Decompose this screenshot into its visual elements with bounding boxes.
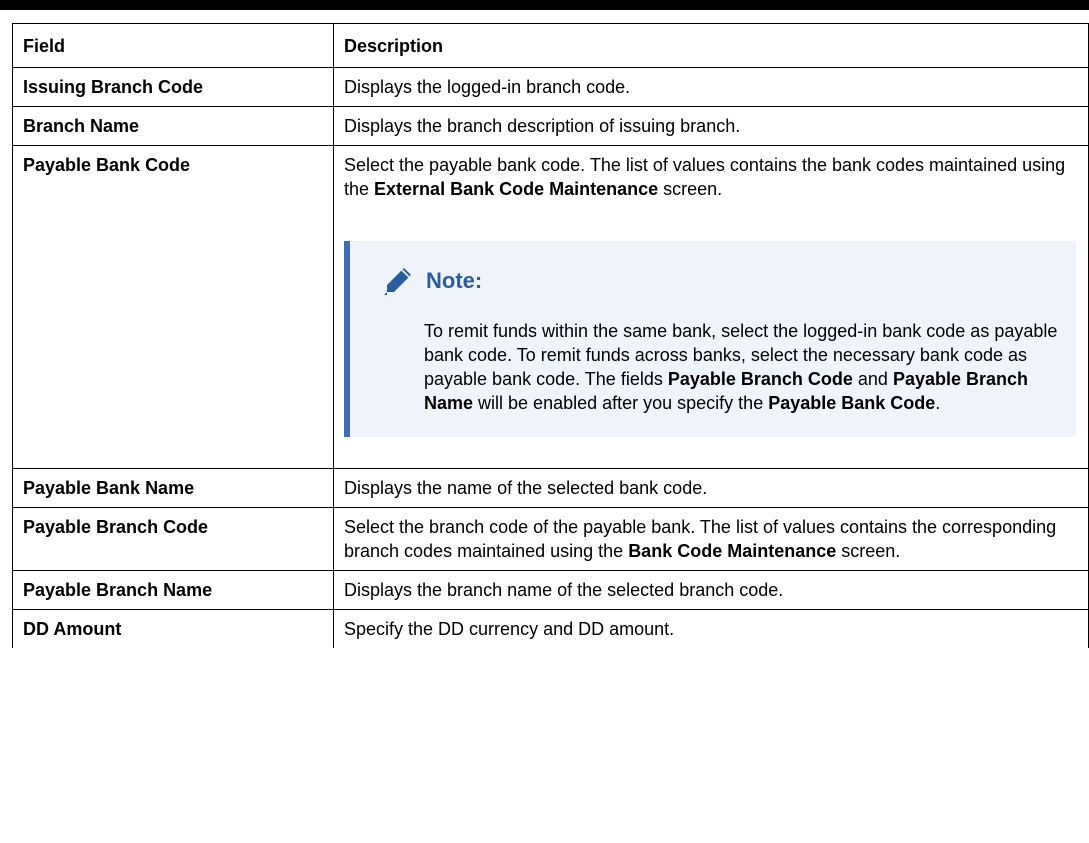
table-row: Issuing Branch Code Displays the logged-… [12, 67, 1089, 107]
note-bold-part: Payable Branch Code [667, 369, 853, 389]
column-header-description: Description [333, 23, 1089, 68]
field-description: Displays the name of the selected bank c… [333, 468, 1089, 508]
screen-name-bold: External Bank Code Maintenance [374, 179, 659, 199]
note-box: Note: To remit funds within the same ban… [344, 241, 1076, 437]
note-text: To remit funds within the same bank, sel… [424, 319, 1060, 415]
note-title: Note: [426, 268, 483, 293]
description-text: Select the branch code of the payable ba… [344, 515, 1076, 563]
column-header-field: Field [12, 23, 334, 68]
field-description: Displays the logged-in branch code. [333, 67, 1089, 107]
field-name: Payable Branch Code [12, 507, 334, 571]
screen-name-bold: Bank Code Maintenance [628, 541, 837, 561]
field-description: Select the payable bank code. The list o… [333, 145, 1089, 469]
table-header-row: Field Description [12, 23, 1089, 68]
table-row: Payable Branch Name Displays the branch … [12, 570, 1089, 610]
field-description: Displays the branch name of the selected… [333, 570, 1089, 610]
note-bold-part: Payable Bank Code [768, 393, 936, 413]
note-text-part: will be enabled after you specify the [473, 393, 769, 413]
field-description-table: Field Description Issuing Branch Code Di… [12, 23, 1089, 648]
note-text-part: . [935, 393, 941, 413]
description-text: Select the payable bank code. The list o… [344, 153, 1076, 201]
field-description: Specify the DD currency and DD amount. [333, 609, 1089, 648]
description-text-part: screen. [658, 179, 723, 199]
top-rule [0, 0, 1089, 10]
note-header: Note: [382, 259, 1060, 303]
field-name: Issuing Branch Code [12, 67, 334, 107]
field-description: Select the branch code of the payable ba… [333, 507, 1089, 571]
table-row: DD Amount Specify the DD currency and DD… [12, 609, 1089, 648]
note-text-part: and [852, 369, 893, 389]
table-row: Branch Name Displays the branch descript… [12, 106, 1089, 146]
field-name: Payable Bank Code [12, 145, 334, 469]
field-name: Payable Branch Name [12, 570, 334, 610]
table-row: Payable Bank Name Displays the name of t… [12, 468, 1089, 508]
pencil-icon [384, 268, 411, 295]
field-name: Branch Name [12, 106, 334, 146]
table-row: Payable Branch Code Select the branch co… [12, 507, 1089, 571]
field-name: Payable Bank Name [12, 468, 334, 508]
description-text-part: screen. [836, 541, 901, 561]
field-description: Displays the branch description of issui… [333, 106, 1089, 146]
field-name: DD Amount [12, 609, 334, 648]
table-row: Payable Bank Code Select the payable ban… [12, 145, 1089, 469]
